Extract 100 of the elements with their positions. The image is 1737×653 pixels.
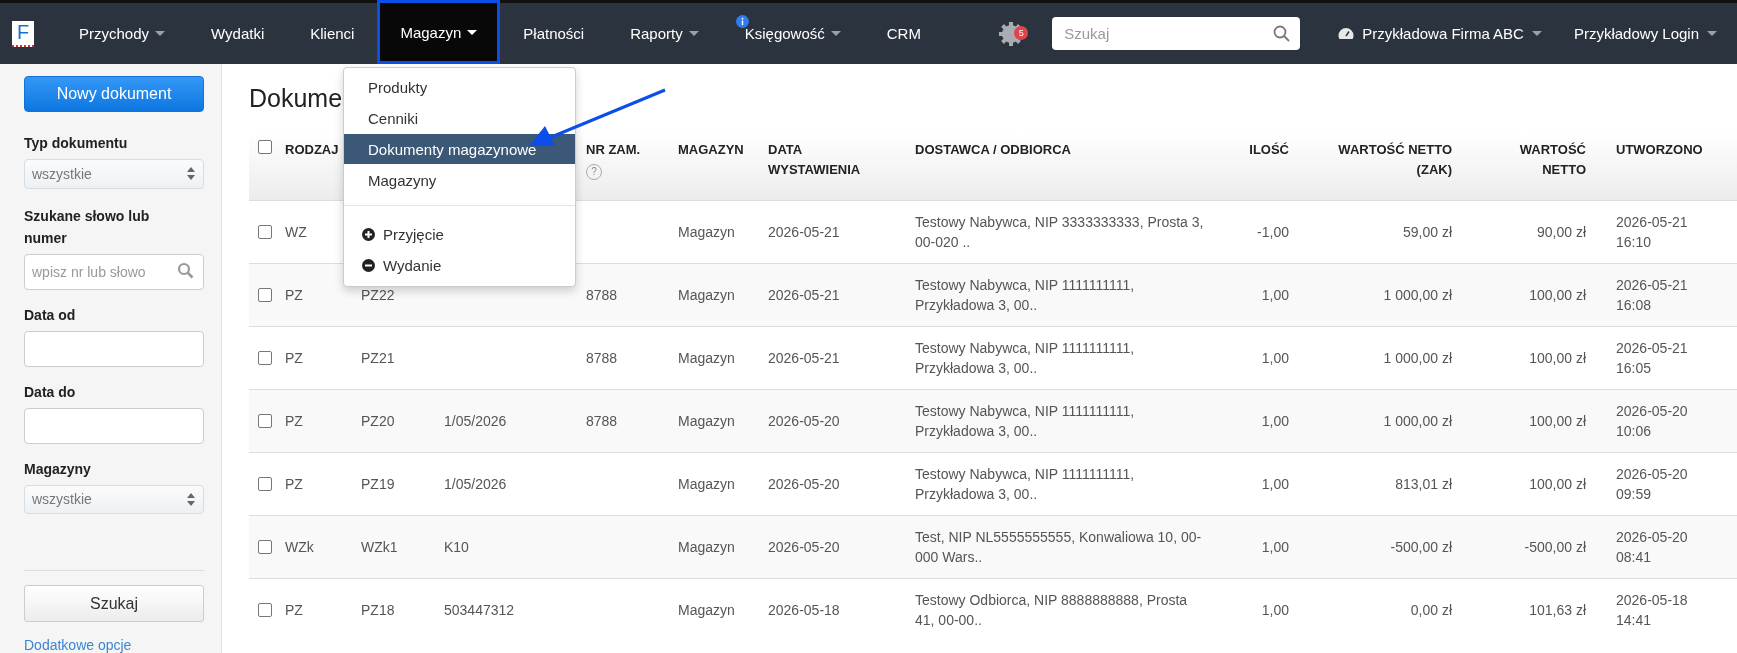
search-term-field[interactable]: wpisz nr lub słowo [24, 253, 204, 290]
table-cell-text: 0,00 zł [1410, 601, 1452, 620]
table-cell-text: 1 000,00 zł [1383, 286, 1452, 305]
header-cell-text: WARTOŚĆ NETTO (ZAK) [1337, 141, 1453, 179]
user-menu[interactable]: Przykładowy Login [1561, 3, 1737, 64]
table-cell-text: K10 [444, 538, 469, 557]
dashboard-icon [1338, 27, 1355, 40]
company-menu[interactable]: Przykładowa Firma ABC [1326, 3, 1562, 64]
nav-item[interactable]: Magazyn [377, 0, 501, 64]
table-cell-text: 1,00 [1261, 475, 1289, 494]
warehouse-select[interactable]: wszystkie [24, 484, 204, 515]
table-cell-text: PZ [285, 286, 303, 305]
table-cell-text: 100,00 zł [1529, 286, 1586, 305]
field-label: Data od [24, 305, 77, 325]
table-cell-text: Magazyn [678, 475, 735, 494]
table-cell-text: Testowy Nabywca, NIP 1111111111, Przykładowa 3, 00.. [915, 276, 1136, 315]
date-to-field[interactable] [24, 407, 204, 444]
caret-icon [830, 31, 841, 36]
row-checkbox[interactable] [258, 288, 272, 302]
row-checkbox[interactable] [258, 477, 272, 491]
nav-item[interactable]: Klienci [287, 3, 378, 64]
menu-item[interactable]: Magazyny [344, 165, 575, 195]
table-cell-text: Magazyn [678, 412, 735, 431]
menu-item[interactable]: Dokumenty magazynowe [344, 134, 575, 164]
table-cell-text: 2026-05-21 16:05 [1616, 339, 1689, 378]
document-type-select[interactable]: wszystkie [24, 158, 204, 189]
table-cell-text: 2026-05-21 [768, 223, 840, 242]
row-checkbox[interactable] [258, 414, 272, 428]
caret-icon [467, 29, 478, 35]
table-cell-text: Magazyn [678, 223, 735, 242]
header-cell-text: DOSTAWCA / ODBIORCA [915, 141, 1072, 159]
table-cell-text: 503447312 [444, 601, 515, 620]
select-all-checkbox[interactable] [258, 140, 272, 154]
nav-item[interactable]: Księgowość [721, 3, 864, 64]
menu-item[interactable]: Cenniki [344, 103, 575, 133]
table-cell-text: 1/05/2026 [444, 412, 507, 431]
menu-item[interactable]: Przyjęcie [344, 219, 575, 249]
table-cell-text: PZ19 [361, 475, 395, 494]
table-cell-text: WZk [285, 538, 314, 557]
table-cell-text: Testowy Nabywca, NIP 1111111111, Przykładowa 3, 00.. [915, 465, 1136, 504]
header-cell-text: RODZAJ [285, 141, 340, 159]
row-checkbox[interactable] [258, 351, 272, 365]
table-cell-text: 59,00 zł [1402, 223, 1452, 242]
caret-icon [155, 31, 166, 36]
table-cell-text: PZ20 [361, 412, 395, 431]
row-checkbox[interactable] [258, 540, 272, 554]
field-label: Data do [24, 382, 77, 402]
nav-item[interactable]: Raporty [607, 3, 722, 64]
search-icon [1273, 25, 1291, 42]
table-cell-text: 90,00 zł [1536, 223, 1586, 242]
menu-item[interactable]: Wydanie [344, 250, 575, 280]
search-field[interactable]: Szukaj [1052, 17, 1301, 50]
more-options-link[interactable]: Dodatkowe opcje [24, 637, 204, 653]
header-cell: NR ZAM. ? [586, 132, 678, 200]
menu-item[interactable]: Produkty [344, 72, 575, 102]
table-cell-text: 8788 [586, 349, 618, 368]
table-cell-text: -500,00 zł [1390, 538, 1452, 557]
logo[interactable]: F [12, 20, 34, 47]
field-label: Typ dokumentu [24, 133, 129, 153]
nav-item[interactable]: Wydatki [188, 3, 288, 64]
table-cell-text: Testowy Nabywca, NIP 1111111111, Przykładowa 3, 00.. [915, 339, 1136, 378]
table-cell-text: 2026-05-18 14:41 [1616, 591, 1689, 630]
plus-circle-icon [362, 227, 375, 241]
new-document-button[interactable]: Nowy dokument [24, 76, 204, 112]
search-button[interactable]: Szukaj [24, 585, 204, 622]
nav-item[interactable]: CRM [863, 3, 944, 64]
table-cell-text: PZ18 [361, 601, 395, 620]
field-label: Szukane słowo lub numer [24, 206, 151, 248]
table-cell-text: 1,00 [1261, 349, 1289, 368]
header-cell-text: DATA WYSTAWIENIA [768, 141, 862, 179]
table-cell-text: 2026-05-18 [768, 601, 840, 620]
table-cell-text: Testowy Odbiorca, NIP 8888888888, Prosta 41, 00-00.. [915, 591, 1189, 630]
row-checkbox[interactable] [258, 603, 272, 617]
caret-icon [1531, 31, 1542, 36]
table-cell-text: PZ21 [361, 349, 395, 368]
table-cell-text: 2026-05-21 [768, 286, 840, 305]
table-cell-text: 1 000,00 zł [1383, 412, 1452, 431]
table-cell-text: 1,00 [1261, 286, 1289, 305]
table-cell-text: PZ22 [361, 286, 395, 305]
table-cell-text: PZ [285, 412, 303, 431]
nav-item[interactable]: Przychody [56, 3, 189, 64]
table-cell-text: Testowy Nabywca, NIP 1111111111, Przykładowa 3, 00.. [915, 402, 1136, 441]
table-cell-text: PZ [285, 601, 303, 620]
table-cell-text: 8788 [586, 412, 618, 431]
table-cell-text: Test, NIP NL5555555555, Konwaliowa 10, 00-000 Wars.. [915, 528, 1203, 567]
table-cell-text: 1,00 [1261, 412, 1289, 431]
table-cell-text: Testowy Nabywca, NIP 3333333333, Prosta 3, 00-020 .. [915, 213, 1205, 252]
nav-item[interactable]: Płatności [500, 3, 608, 64]
table-cell-text: PZ [285, 475, 303, 494]
table-cell-text: PZ [285, 349, 303, 368]
field-label: Magazyny [24, 459, 92, 479]
table-cell-text: 100,00 zł [1529, 412, 1586, 431]
table-cell-text: 2026-05-20 [768, 412, 840, 431]
sort-arrows-icon [187, 492, 195, 506]
info-icon [735, 15, 749, 28]
date-from-field[interactable] [24, 330, 204, 367]
table-cell-text: Magazyn [678, 538, 735, 557]
sort-arrows-icon [187, 167, 195, 181]
table-cell-text: WZ [285, 223, 307, 242]
row-checkbox[interactable] [258, 225, 272, 239]
